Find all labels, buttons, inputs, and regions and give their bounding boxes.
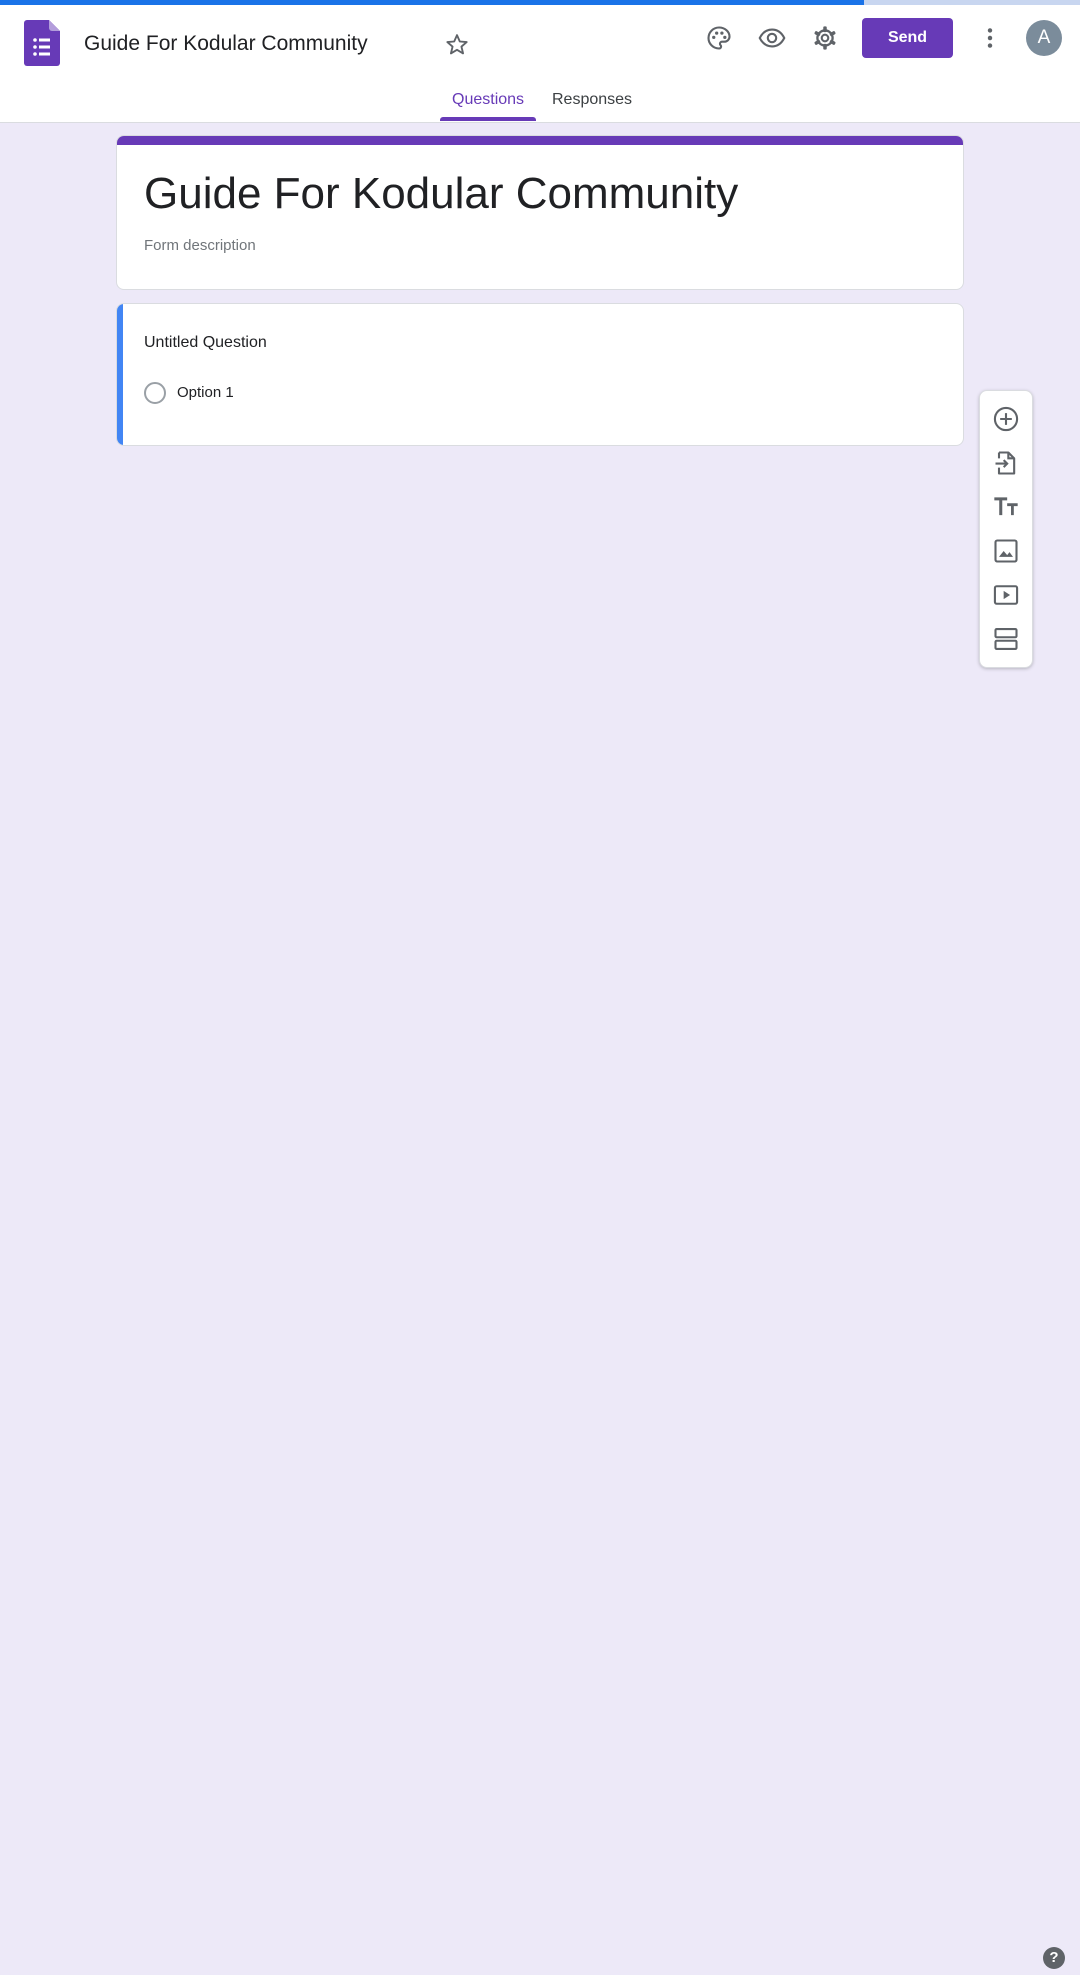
- floating-toolbar: [979, 390, 1033, 668]
- star-icon[interactable]: [443, 31, 471, 59]
- add-section-icon: [994, 628, 1018, 650]
- palette-icon: [707, 26, 731, 50]
- import-questions-icon: [995, 451, 1016, 475]
- customize-theme-button[interactable]: [699, 18, 739, 58]
- form-header-card[interactable]: Guide For Kodular Community Form descrip…: [116, 135, 964, 290]
- add-section-button[interactable]: [992, 625, 1020, 653]
- send-button[interactable]: Send: [862, 18, 953, 58]
- question-title[interactable]: Untitled Question: [144, 334, 267, 352]
- add-title-icon: [994, 497, 1018, 516]
- settings-gear-icon: [814, 26, 836, 50]
- radio-option-1[interactable]: [144, 382, 166, 404]
- account-avatar[interactable]: A: [1026, 20, 1062, 56]
- help-button[interactable]: ?: [1043, 1947, 1065, 1969]
- question-focus-indicator: [117, 304, 123, 445]
- option-1-label[interactable]: Option 1: [177, 384, 234, 401]
- document-title[interactable]: Guide For Kodular Community: [84, 32, 368, 56]
- add-question-icon: [993, 406, 1019, 432]
- more-options-button[interactable]: [970, 18, 1010, 58]
- add-image-button[interactable]: [992, 537, 1020, 565]
- active-tab-indicator: [440, 117, 536, 121]
- form-description-field[interactable]: Form description: [144, 237, 256, 254]
- add-video-button[interactable]: [992, 581, 1020, 609]
- add-image-icon: [994, 539, 1018, 563]
- tab-responses[interactable]: Responses: [552, 91, 632, 109]
- import-questions-button[interactable]: [992, 449, 1020, 477]
- settings-button[interactable]: [805, 18, 845, 58]
- forms-logo-icon[interactable]: [24, 20, 60, 66]
- add-video-icon: [993, 585, 1019, 605]
- form-title-field[interactable]: Guide For Kodular Community: [144, 169, 738, 219]
- tab-questions[interactable]: Questions: [452, 91, 524, 109]
- add-title-button[interactable]: [992, 493, 1020, 521]
- more-vert-icon: [987, 28, 993, 48]
- add-question-button[interactable]: [992, 405, 1020, 433]
- question-card[interactable]: Untitled Question Option 1: [116, 303, 964, 446]
- theme-accent-strip: [117, 136, 963, 145]
- preview-button[interactable]: [752, 18, 792, 58]
- top-app-bar: Guide For Kodular Community Send A Quest…: [0, 5, 1080, 123]
- preview-eye-icon: [758, 28, 786, 48]
